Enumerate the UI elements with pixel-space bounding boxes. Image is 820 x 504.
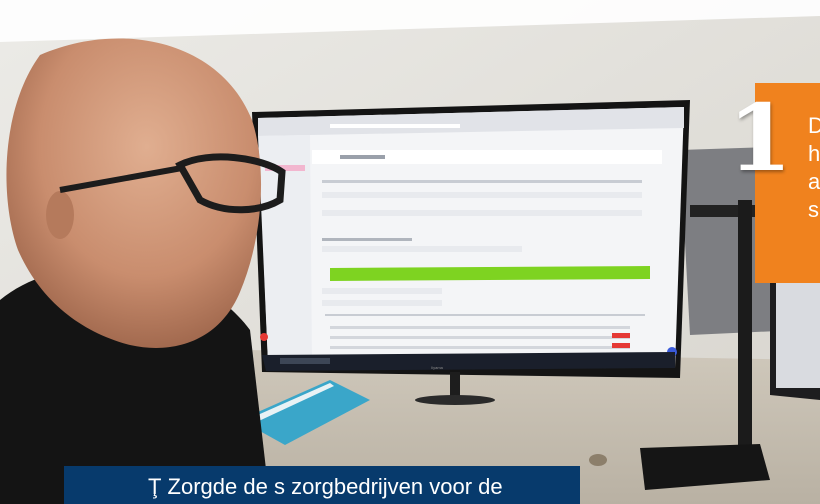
form-highlight-field [330, 266, 650, 281]
office-photo [0, 0, 820, 504]
caption-text: Ţ Zorgde de s zorgbedrijven voor de [148, 474, 503, 499]
step-number: 1 [728, 84, 793, 192]
caption-banner: Ţ Zorgde de s zorgbedrijven voor de [64, 466, 580, 504]
monitor-brand-label: Iiyama [431, 365, 443, 370]
step-text: D h a s [808, 113, 820, 222]
